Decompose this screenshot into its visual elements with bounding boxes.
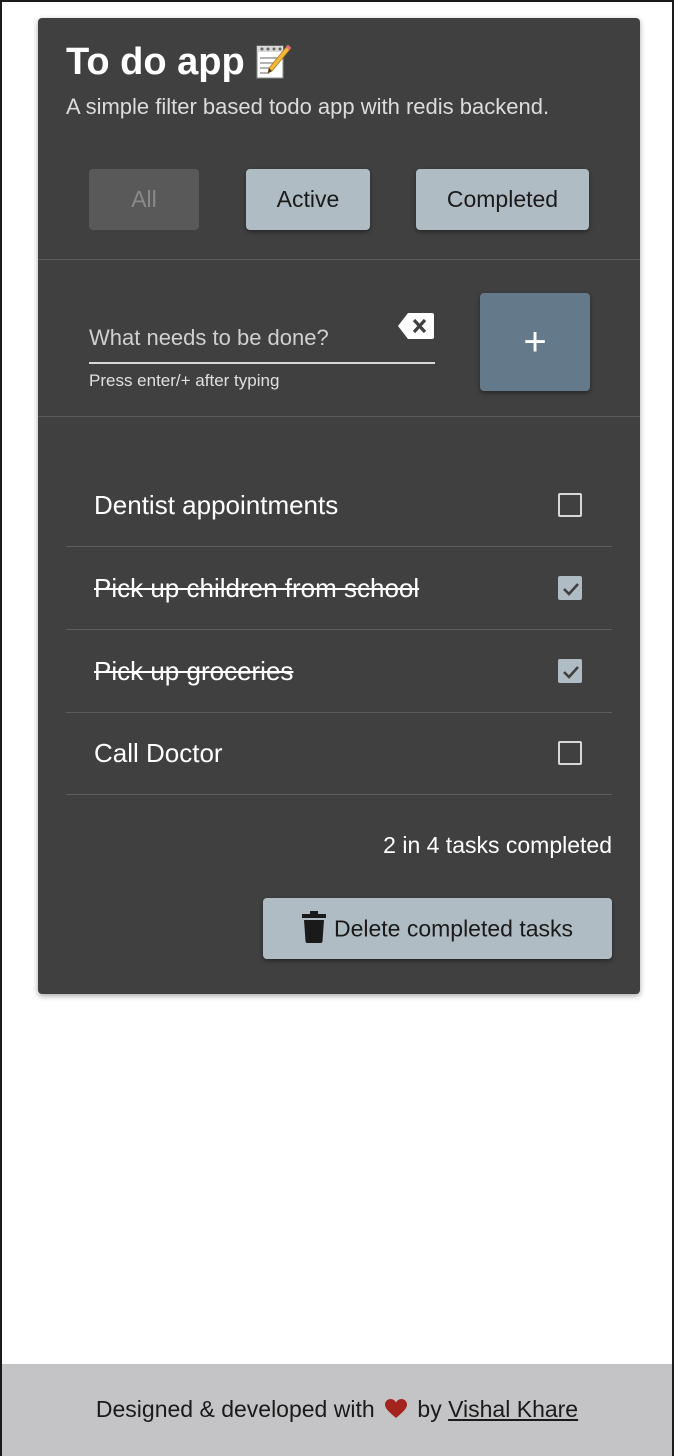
task-checkbox[interactable]	[558, 741, 582, 765]
trash-icon	[301, 910, 326, 943]
task-checkbox[interactable]	[558, 493, 582, 517]
input-helper-text: Press enter/+ after typing	[89, 371, 280, 390]
divider	[38, 259, 640, 260]
delete-completed-button[interactable]: Delete completed tasks	[263, 898, 612, 959]
task-input[interactable]	[89, 318, 389, 358]
footer-by: by	[417, 1396, 442, 1422]
task-row: Pick up children from school	[66, 547, 612, 630]
task-label: Pick up groceries	[94, 656, 294, 686]
footer-text: Designed & developed with by Vishal Khar…	[2, 1396, 672, 1423]
memo-icon	[255, 42, 292, 80]
task-label: Call Doctor	[94, 738, 223, 768]
page-title: To do app	[66, 40, 292, 84]
filter-completed-button[interactable]: Completed	[416, 169, 589, 230]
task-checkbox[interactable]	[558, 659, 582, 683]
task-checkbox[interactable]	[558, 576, 582, 600]
author-link[interactable]: Vishal Khare	[448, 1396, 578, 1422]
divider	[38, 416, 640, 417]
task-label: Dentist appointments	[94, 490, 339, 520]
add-task-button[interactable]: +	[480, 293, 590, 391]
check-icon	[563, 666, 579, 679]
completion-summary: 2 in 4 tasks completed	[383, 832, 612, 858]
backspace-icon[interactable]	[397, 311, 435, 341]
todo-card: To do app A simple filter based todo app…	[38, 18, 640, 994]
title-text: To do app	[66, 41, 245, 83]
task-row: Pick up groceries	[66, 630, 612, 713]
task-row: Dentist appointments	[66, 464, 612, 547]
task-row: Call Doctor	[66, 712, 612, 795]
footer: Designed & developed with by Vishal Khar…	[2, 1364, 672, 1456]
filter-active-button[interactable]: Active	[246, 169, 370, 230]
footer-prefix: Designed & developed with	[95, 1396, 375, 1422]
filter-all-button[interactable]: All	[89, 169, 199, 230]
heart-icon	[385, 1398, 408, 1418]
task-input-wrapper	[89, 313, 435, 364]
check-icon	[563, 583, 579, 596]
page-subtitle: A simple filter based todo app with redi…	[66, 94, 550, 119]
delete-label: Delete completed tasks	[333, 915, 574, 941]
task-label: Pick up children from school	[94, 573, 420, 603]
